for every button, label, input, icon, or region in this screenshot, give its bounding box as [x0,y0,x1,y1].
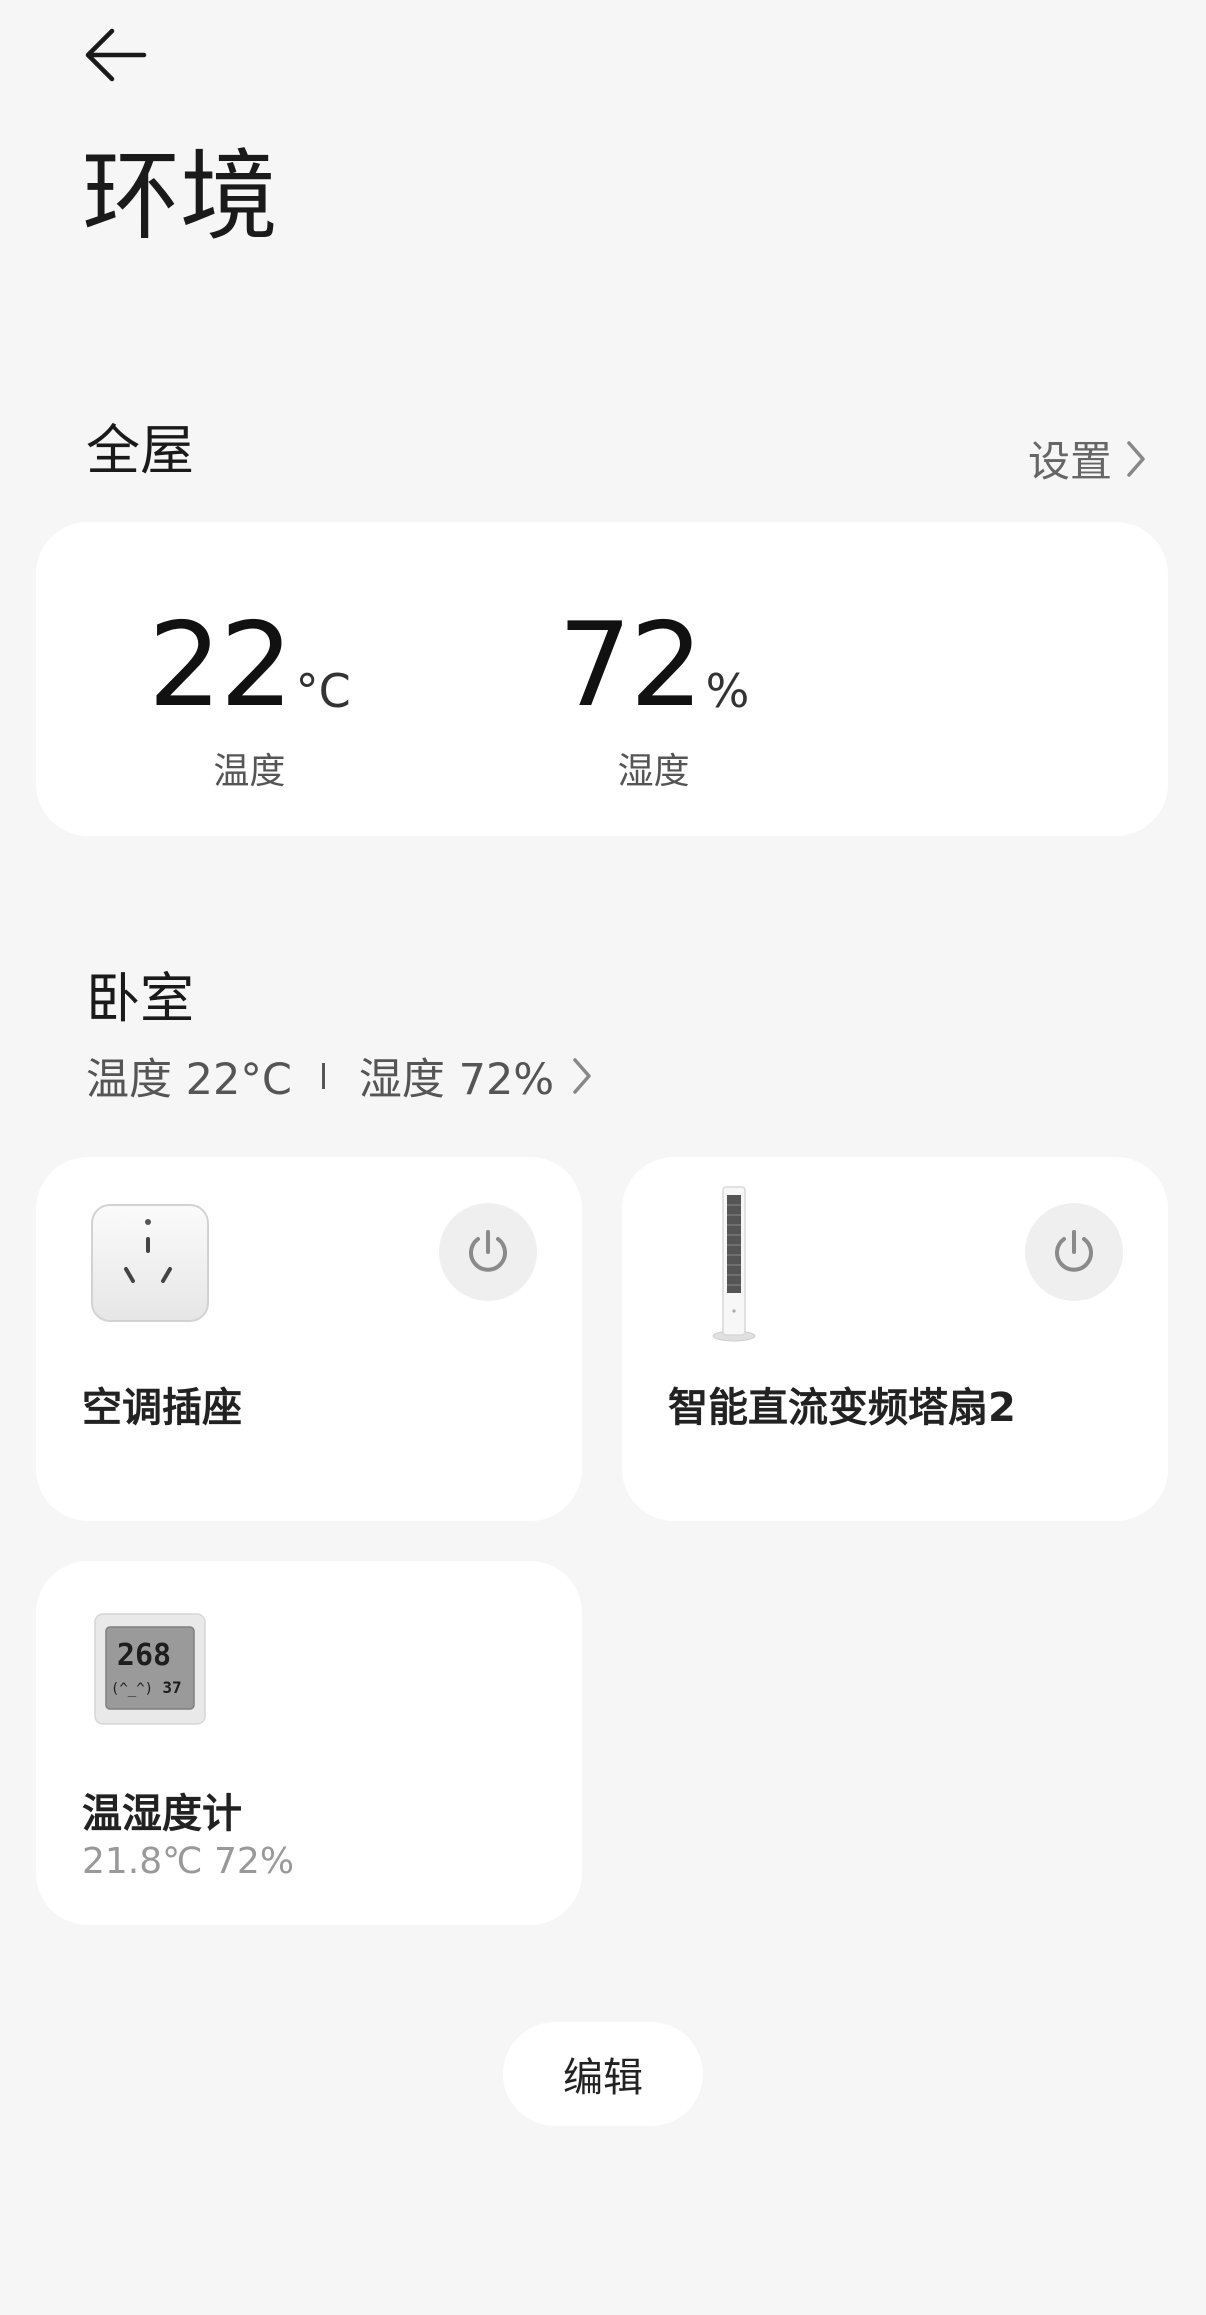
edit-button[interactable]: 编辑 [503,2022,703,2126]
room-stats-link[interactable]: 温度 22°C 湿度 72% [86,1045,592,1107]
temperature-unit: °C [295,664,351,718]
temperature-value: 22 [148,598,294,733]
hygrometer-screen-humidity: 37 [162,1678,181,1697]
humidity-value: 72 [558,598,704,733]
device-card-tower-fan[interactable]: 智能直流变频塔扇2 [622,1157,1168,1521]
back-button[interactable] [70,15,160,95]
temperature-label: 温度 [213,751,286,792]
device-card-hygrometer[interactable]: 268 (^_^) 37 温湿度计 21.8℃ 72% [36,1561,582,1925]
tower-fan-icon [712,1186,756,1342]
device-status: 21.8℃ 72% [82,1841,295,1882]
smart-plug-icon [91,1204,209,1322]
room-temperature-stat: 温度 22°C [86,1055,292,1105]
hygrometer-screen-temp: 268 [117,1638,171,1673]
arrow-left-icon [85,28,147,82]
tower-fan-power-button[interactable] [1025,1203,1123,1301]
device-name: 智能直流变频塔扇2 [668,1385,1016,1431]
chevron-right-icon [573,1058,591,1094]
room-humidity-stat: 湿度 72% [358,1055,555,1105]
hygrometer-icon: 268 (^_^) 37 [94,1613,206,1725]
device-name: 空调插座 [82,1385,242,1431]
room-title: 卧室 [86,967,194,1030]
humidity-unit: % [705,664,750,718]
page-title: 环境 [82,140,279,254]
hygrometer-screen-face: (^_^) [111,1681,153,1697]
whole-house-title: 全屋 [86,419,194,482]
whole-house-summary-card: 22 °C 温度 72 % 湿度 [36,522,1168,836]
settings-label: 设置 [1027,437,1112,486]
device-card-ac-socket[interactable]: 空调插座 [36,1157,582,1521]
device-name: 温湿度计 [82,1791,242,1837]
power-icon [1055,1230,1093,1272]
settings-link[interactable]: 设置 [1028,428,1146,489]
chevron-right-icon [1127,440,1145,477]
stat-divider [321,1063,325,1089]
power-icon [469,1230,507,1272]
ac-socket-power-button[interactable] [439,1203,537,1301]
humidity-metric: 72 % 湿度 [558,608,749,794]
temperature-metric: 22 °C 温度 [148,608,351,794]
humidity-label: 湿度 [617,751,690,792]
